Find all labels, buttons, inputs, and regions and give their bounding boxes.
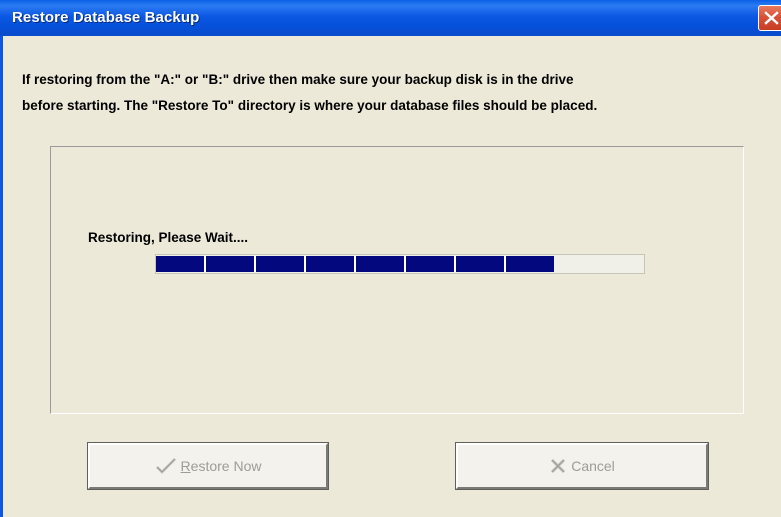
window-title: Restore Database Backup [12,9,200,26]
cancel-button[interactable]: Cancel [455,442,709,490]
instructions-line-1: If restoring from the "A:" or "B:" drive… [22,72,574,87]
close-button[interactable] [758,5,781,31]
progress-panel [50,146,744,414]
cancel-label: Cancel [571,458,615,474]
restore-label-rest: estore Now [190,458,262,474]
title-bar[interactable]: Restore Database Backup [0,0,781,36]
checkmark-icon [155,457,177,475]
restore-now-label: Restore Now [181,458,262,474]
progress-bar [155,254,645,274]
restore-mnemonic: R [180,458,191,474]
instructions-text: If restoring from the "A:" or "B:" drive… [22,67,762,119]
instructions-line-2: before starting. The "Restore To" direct… [22,98,598,113]
progress-bar-fill [156,256,554,272]
progress-status-label: Restoring, Please Wait.... [88,230,249,245]
x-icon [549,457,567,475]
restore-now-button[interactable]: Restore Now [87,442,329,490]
